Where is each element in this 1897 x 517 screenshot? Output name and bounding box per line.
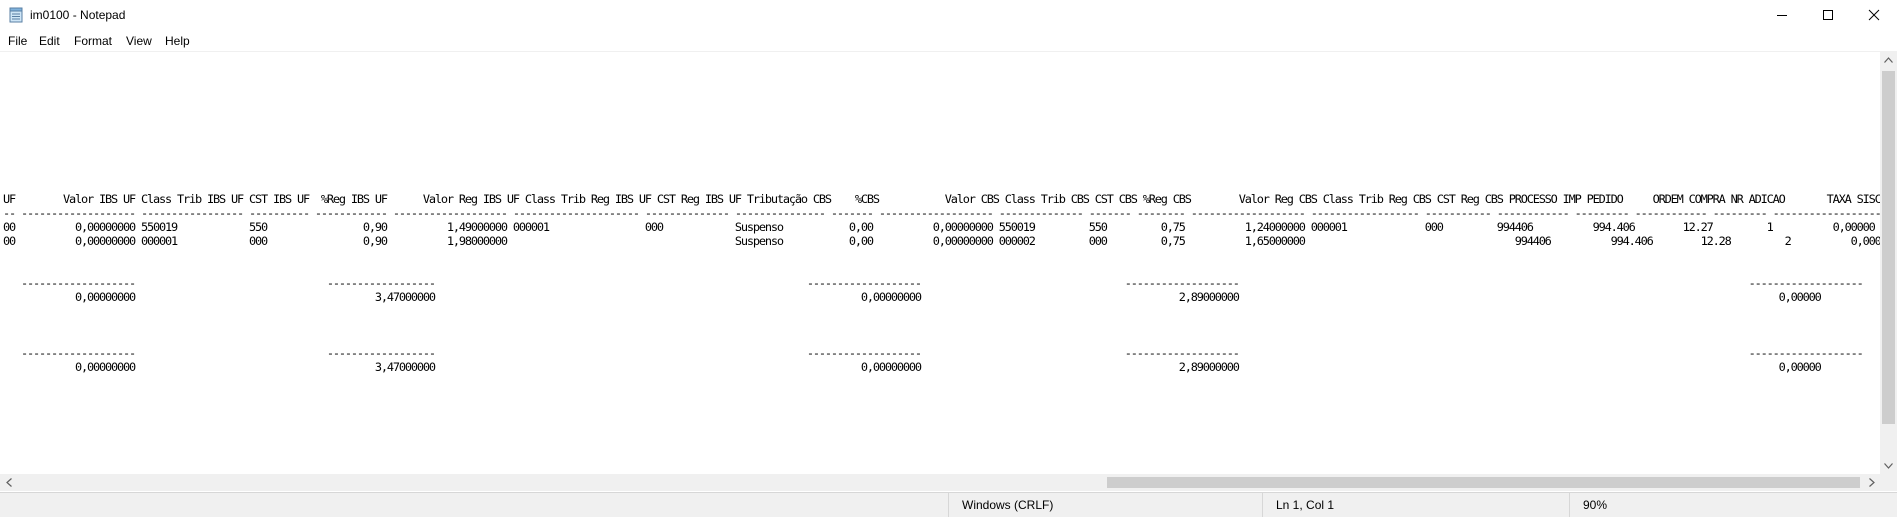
scroll-right-arrow[interactable] bbox=[1863, 474, 1880, 491]
close-icon bbox=[1868, 9, 1880, 21]
minimize-icon bbox=[1777, 15, 1787, 16]
vertical-scroll-thumb[interactable] bbox=[1882, 71, 1895, 424]
document-text[interactable]: UF Valor IBS UF Class Trib IBS UF CST IB… bbox=[3, 52, 1897, 374]
horizontal-scroll-thumb[interactable] bbox=[1107, 477, 1860, 488]
menu-edit[interactable]: Edit bbox=[35, 33, 64, 49]
notepad-app-icon bbox=[9, 7, 23, 23]
zoom-status: 90% bbox=[1569, 493, 1893, 517]
line-ending-status: Windows (CRLF) bbox=[948, 493, 1268, 517]
menu-file[interactable]: File bbox=[4, 33, 31, 49]
scroll-down-arrow[interactable] bbox=[1880, 457, 1897, 474]
menu-bar: File Edit Format View Help bbox=[0, 31, 1897, 51]
scrollbar-corner bbox=[1880, 474, 1897, 491]
close-button[interactable] bbox=[1851, 0, 1897, 30]
minimize-button[interactable] bbox=[1759, 0, 1805, 30]
menu-help[interactable]: Help bbox=[161, 33, 194, 49]
chevron-down-icon bbox=[1884, 462, 1893, 469]
menu-view[interactable]: View bbox=[122, 33, 156, 49]
cursor-position-status: Ln 1, Col 1 bbox=[1262, 493, 1583, 517]
scroll-up-arrow[interactable] bbox=[1880, 51, 1897, 68]
text-editor[interactable]: UF Valor IBS UF Class Trib IBS UF CST IB… bbox=[0, 51, 1897, 475]
menu-format[interactable]: Format bbox=[70, 33, 116, 49]
window-title: im0100 - Notepad bbox=[30, 8, 126, 22]
maximize-button[interactable] bbox=[1805, 0, 1851, 30]
title-bar[interactable]: im0100 - Notepad bbox=[0, 0, 1897, 30]
vertical-scrollbar[interactable] bbox=[1880, 51, 1897, 474]
chevron-up-icon bbox=[1884, 56, 1893, 63]
scroll-left-arrow[interactable] bbox=[0, 474, 17, 491]
status-bar: Windows (CRLF) Ln 1, Col 1 90% bbox=[0, 492, 1897, 517]
maximize-icon bbox=[1823, 10, 1833, 20]
chevron-left-icon bbox=[5, 478, 12, 487]
chevron-right-icon bbox=[1868, 478, 1875, 487]
horizontal-scrollbar[interactable] bbox=[0, 474, 1880, 491]
